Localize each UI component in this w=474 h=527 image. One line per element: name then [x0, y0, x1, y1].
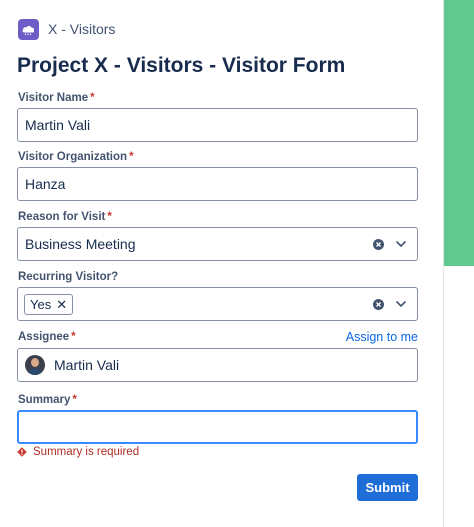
required-marker: * — [129, 151, 134, 163]
reason-value: Business Meeting — [25, 236, 136, 252]
clear-icon[interactable] — [373, 238, 384, 250]
required-marker: * — [72, 394, 77, 406]
reason-select[interactable]: Business Meeting — [17, 227, 418, 261]
reason-label-text: Reason for Visit — [18, 211, 106, 223]
summary-label: Summary * — [18, 394, 77, 406]
visitor-organization-value: Hanza — [25, 176, 66, 192]
summary-input[interactable] — [17, 410, 418, 444]
tag-label: Yes — [30, 296, 52, 312]
visitor-name-label: Visitor Name * — [18, 92, 95, 104]
avatar — [25, 355, 45, 375]
visitor-organization-label: Visitor Organization * — [18, 151, 134, 163]
app-title: X - Visitors — [48, 21, 116, 37]
visitor-name-value: Martin Vali — [25, 117, 91, 133]
tag-remove-icon[interactable]: ✕ — [56, 298, 67, 311]
recurring-label-text: Recurring Visitor? — [18, 271, 119, 283]
required-marker: * — [107, 211, 112, 223]
chevron-down-icon[interactable] — [394, 237, 408, 251]
cloud-icon — [18, 18, 39, 40]
selected-tag: Yes ✕ — [24, 293, 74, 315]
assignee-picker[interactable]: Martin Vali — [17, 348, 418, 382]
summary-error-text: Summary is required — [33, 446, 140, 458]
reason-label: Reason for Visit * — [18, 211, 112, 223]
visitor-name-label-text: Visitor Name — [18, 92, 89, 104]
select-controls — [373, 228, 408, 260]
side-panel-accent — [444, 0, 474, 266]
assign-to-me-link[interactable]: Assign to me — [346, 330, 418, 344]
required-marker: * — [71, 331, 76, 343]
summary-label-text: Summary — [18, 394, 71, 406]
select-controls — [373, 288, 408, 320]
side-panel — [444, 0, 474, 527]
recurring-select[interactable]: Yes ✕ — [17, 287, 418, 321]
page-title: Project X - Visitors - Visitor Form — [17, 54, 346, 77]
visitor-name-input[interactable]: Martin Vali — [17, 108, 418, 142]
submit-button[interactable]: Submit — [357, 474, 418, 501]
app-header: X - Visitors — [18, 18, 115, 40]
assignee-label: Assignee * — [18, 331, 76, 343]
assignee-label-text: Assignee — [18, 331, 70, 343]
assignee-value: Martin Vali — [54, 357, 120, 373]
error-icon — [17, 447, 27, 457]
form-page: X - Visitors Project X - Visitors - Visi… — [0, 0, 444, 527]
required-marker: * — [90, 92, 95, 104]
visitor-organization-label-text: Visitor Organization — [18, 151, 128, 163]
visitor-organization-input[interactable]: Hanza — [17, 167, 418, 201]
summary-error: Summary is required — [17, 446, 139, 458]
clear-icon[interactable] — [373, 298, 384, 310]
recurring-label: Recurring Visitor? — [18, 271, 118, 283]
chevron-down-icon[interactable] — [394, 297, 408, 311]
